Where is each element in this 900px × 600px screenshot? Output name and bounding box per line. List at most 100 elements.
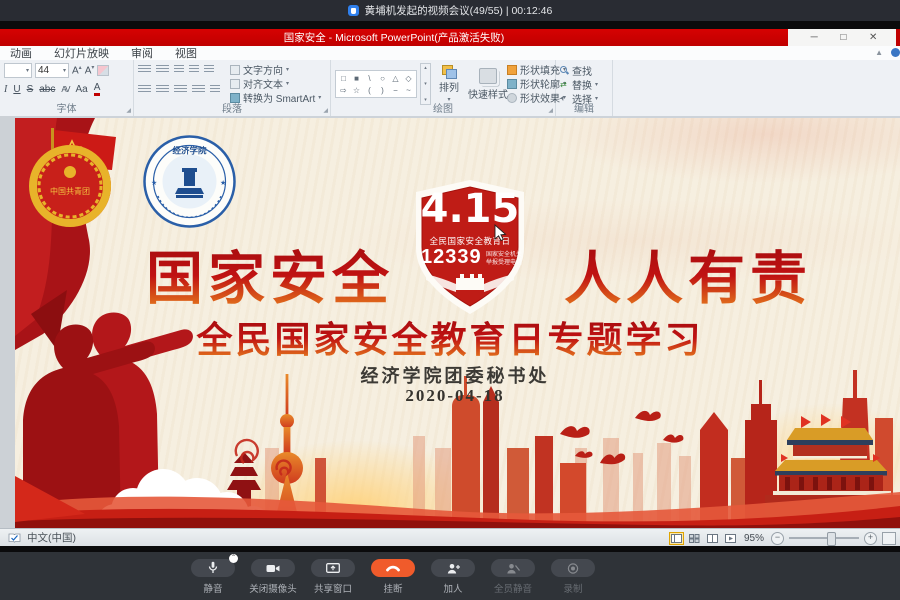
record-icon xyxy=(566,562,580,575)
zoom-out-button[interactable]: − xyxy=(771,532,784,545)
font-size-combo[interactable]: 44▾ xyxy=(35,63,69,78)
close-button[interactable]: ✕ xyxy=(869,33,877,43)
camera-off-button[interactable]: 关闭摄像头 xyxy=(251,559,295,595)
slide-left-gutter xyxy=(0,116,15,528)
camera-icon xyxy=(265,562,281,575)
zoom-slider-thumb[interactable] xyxy=(827,532,836,546)
ppt-titlebar: 国家安全 - Microsoft PowerPoint(产品激活失败) xyxy=(0,29,788,46)
slide-date: 2020-04-18 xyxy=(40,386,870,406)
watermark: .COM xyxy=(185,488,213,498)
font-name-combo[interactable]: ▾ xyxy=(4,63,32,78)
justify-icon[interactable] xyxy=(192,85,205,94)
security-day-badge: 4.15 全民国家安全教育日 12339 国家安全机关举报受理电话 xyxy=(412,178,528,318)
spellcheck-icon[interactable] xyxy=(8,532,21,544)
shapes-scrollbar[interactable]: ▴▾▾ xyxy=(420,63,431,105)
tab-view[interactable]: 视图 xyxy=(175,45,197,61)
quick-styles-button[interactable]: 快速样式 xyxy=(467,68,509,101)
align-left-icon[interactable] xyxy=(138,85,151,94)
zoom-in-button[interactable]: + xyxy=(864,532,877,545)
meeting-topbar: 黄埔机发起的视频会议(49/55) | 00:12:46 xyxy=(0,0,900,21)
text-direction-button[interactable]: 文字方向▾ xyxy=(230,62,289,77)
minimize-ribbon-icon[interactable]: ▲ xyxy=(875,48,883,57)
add-person-button[interactable]: 加人 xyxy=(431,559,475,595)
record-button[interactable]: 录制 xyxy=(551,559,595,595)
paragraph-dialog-launcher[interactable]: ◢ xyxy=(323,107,328,114)
drawing-group: □■ \○ △◇ ⇨☆ () −~ ▴▾▾ 排列▾ 快速样式 形状 xyxy=(331,60,556,116)
tab-animation[interactable]: 动画 xyxy=(10,45,32,61)
meeting-control-bar: ⌃ 静音 关闭摄像头 xyxy=(0,552,900,600)
tabs-right-icons: ▲ xyxy=(875,48,894,57)
decrease-indent-icon[interactable] xyxy=(174,65,184,74)
clear-formatting-icon[interactable] xyxy=(97,65,109,76)
tab-review[interactable]: 审阅 xyxy=(131,45,153,61)
shadow-icon[interactable]: S xyxy=(27,85,34,95)
line-spacing-icon[interactable] xyxy=(204,65,214,74)
character-spacing-icon[interactable]: AV xyxy=(61,86,69,94)
editing-group: 查找 替换▾ 选择▾ 编辑 xyxy=(556,60,613,116)
hangup-button[interactable]: 挂断 xyxy=(371,559,415,595)
school-emblem-text: 经济学院 xyxy=(172,146,207,156)
badge-hotline-note: 国家安全机关举报受理电话 xyxy=(486,252,522,267)
replace-button[interactable]: 替换▾ xyxy=(560,77,598,92)
slide-subtitle: 全民国家安全教育日专题学习 xyxy=(40,311,860,363)
minimize-button[interactable]: ─ xyxy=(811,33,818,43)
shrink-font-icon[interactable]: A▾ xyxy=(85,64,95,76)
underline-icon[interactable]: U xyxy=(13,85,20,95)
meeting-title: 黄埔机发起的视频会议(49/55) | 00:12:46 xyxy=(365,3,553,18)
drawing-dialog-launcher[interactable]: ◢ xyxy=(548,107,553,114)
slideshow-view-button[interactable] xyxy=(724,533,737,544)
columns-icon[interactable] xyxy=(210,85,220,94)
tab-slideshow[interactable]: 幻灯片放映 xyxy=(54,45,109,61)
font-dialog-launcher[interactable]: ◢ xyxy=(126,107,131,114)
language-indicator[interactable]: 中文(中国) xyxy=(27,530,76,545)
align-center-icon[interactable] xyxy=(156,85,169,94)
slide-sorter-view-button[interactable] xyxy=(688,533,701,544)
find-button[interactable]: 查找 xyxy=(560,63,592,78)
arrange-button[interactable]: 排列▾ xyxy=(434,65,464,103)
change-case-icon[interactable]: Aa xyxy=(75,85,87,95)
arrange-icon xyxy=(442,65,456,77)
badge-hotline: 12339 xyxy=(421,246,482,269)
grow-font-icon[interactable]: A▴ xyxy=(72,64,82,76)
share-window-button[interactable]: 共享窗口 xyxy=(311,559,355,595)
font-group-label: 字体 xyxy=(0,100,133,115)
svg-text:★: ★ xyxy=(220,179,226,187)
zoom-level[interactable]: 95% xyxy=(744,533,764,544)
replace-icon xyxy=(560,80,569,89)
strikethrough-icon[interactable]: abc xyxy=(39,85,55,95)
font-color-icon[interactable]: A xyxy=(94,83,101,96)
shapes-gallery[interactable]: □■ \○ △◇ ⇨☆ () −~ xyxy=(335,70,417,98)
font-group: ▾ 44▾ A▴ A▾ I U S abc AV Aa A 字体 ◢ xyxy=(0,60,134,116)
fit-to-window-button[interactable] xyxy=(882,532,896,545)
mute-button[interactable]: ⌃ 静音 xyxy=(191,559,235,595)
reading-view-button[interactable] xyxy=(706,533,719,544)
maximize-button[interactable]: □ xyxy=(840,33,846,43)
bullets-icon[interactable] xyxy=(138,65,151,74)
screen: 黄埔机发起的视频会议(49/55) | 00:12:46 国家安全 - Micr… xyxy=(0,0,900,600)
find-icon xyxy=(560,66,569,75)
align-text-button[interactable]: 对齐文本▾ xyxy=(230,76,289,91)
slide-title-right: 人人有责 xyxy=(545,233,831,315)
youth-league-emblem: 中国共青团 xyxy=(20,124,120,229)
ribbon-tab-strip: 动画 幻灯片放映 审阅 视图 xyxy=(0,46,900,60)
paragraph-group: 文字方向▾ 对齐文本▾ 转换为 SmartArt▾ 段落 ◢ xyxy=(134,60,331,116)
mouse-cursor xyxy=(494,224,508,242)
paragraph-group-label: 段落 xyxy=(134,100,330,115)
align-right-icon[interactable] xyxy=(174,85,187,94)
mute-all-button[interactable]: 全员静音 xyxy=(491,559,535,595)
ppt-window-controls: ─ □ ✕ xyxy=(788,29,900,46)
titlebar-red-sliver xyxy=(896,29,900,46)
slide-organization: 经济学院团委秘书处 xyxy=(40,362,870,388)
ribbon: ▾ 44▾ A▴ A▾ I U S abc AV Aa A 字体 ◢ xyxy=(0,60,900,118)
add-person-icon xyxy=(445,562,461,575)
normal-view-button[interactable] xyxy=(670,533,683,544)
numbering-icon[interactable] xyxy=(156,65,169,74)
slide-title-left: 国家安全 xyxy=(122,233,418,315)
audio-options-badge[interactable]: ⌃ xyxy=(229,554,238,563)
increase-indent-icon[interactable] xyxy=(189,65,199,74)
italic-icon[interactable]: I xyxy=(4,85,7,95)
share-screen-icon xyxy=(325,562,341,575)
zoom-slider[interactable] xyxy=(789,537,859,539)
ppt-statusbar: 中文(中国) 95% − + xyxy=(0,528,900,546)
help-icon[interactable] xyxy=(891,48,900,57)
